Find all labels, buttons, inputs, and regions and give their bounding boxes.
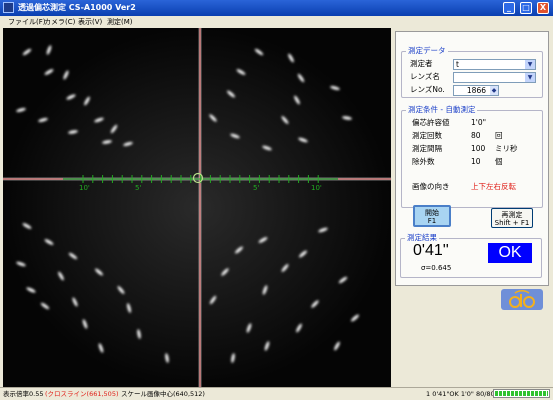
- lens-name-combo[interactable]: ▼: [453, 72, 536, 83]
- camera-view[interactable]: 10' 5' 5' 10': [3, 28, 391, 388]
- close-button[interactable]: X: [537, 2, 549, 14]
- progress-bar: [493, 389, 550, 398]
- status-crossline: (クロスライン(661,505): [45, 390, 119, 398]
- lens-no-spinner[interactable]: 1866 ◆: [453, 85, 499, 96]
- spinner-icon[interactable]: ◆: [490, 86, 498, 95]
- result-sigma: σ=0.645: [421, 264, 452, 272]
- measure-data-heading: 測定データ: [406, 46, 448, 56]
- remeasure-button-key: Shift + F1: [494, 219, 530, 227]
- lens-name-label: レンズ名: [410, 72, 440, 81]
- minimize-button[interactable]: _: [503, 2, 515, 14]
- exclude-unit: 個: [495, 157, 503, 166]
- remeasure-button[interactable]: 再測定 Shift + F1: [491, 208, 533, 228]
- interval-value: 100: [471, 144, 486, 153]
- lens-no-value: 1866: [466, 86, 486, 95]
- orientation-label: 画像の向き: [412, 182, 450, 191]
- main-window: 透過偏芯測定 CS-A1000 Ver2 _ □ X ファイル(F) カメラ(C…: [0, 0, 553, 400]
- maximize-button[interactable]: □: [520, 2, 532, 14]
- exclude-label: 除外数: [412, 157, 435, 166]
- start-button[interactable]: 開始 F1: [413, 205, 451, 227]
- menu-file[interactable]: ファイル(F): [8, 17, 46, 27]
- camera-background: [3, 28, 391, 388]
- start-button-label: 開始: [425, 209, 439, 217]
- company-logo: [501, 289, 543, 310]
- menu-view[interactable]: 表示(V): [78, 17, 102, 27]
- interval-label: 測定間隔: [412, 144, 442, 153]
- logo-icon: [509, 290, 535, 308]
- interval-unit: ミリ秒: [495, 144, 518, 153]
- window-title: 透過偏芯測定 CS-A1000 Ver2: [18, 3, 136, 12]
- title-bar: 透過偏芯測定 CS-A1000 Ver2 _ □ X: [0, 0, 553, 16]
- conditions-heading: 測定条件 - 自動測定: [406, 105, 478, 115]
- progress-fill: [495, 391, 548, 396]
- menu-camera[interactable]: カメラ(C): [44, 17, 75, 27]
- status-zoom: 表示倍率0.55: [3, 390, 44, 398]
- count-label: 測定回数: [412, 131, 442, 140]
- scale-label-left-10: 10': [79, 184, 90, 192]
- scale-label-right-10: 10': [311, 184, 322, 192]
- tolerance-value: 1'0": [471, 118, 487, 127]
- result-value: 0'41'': [413, 242, 449, 259]
- scale-label-left-5: 5': [135, 184, 141, 192]
- chevron-down-icon[interactable]: ▼: [525, 73, 535, 82]
- operator-combo[interactable]: t ▼: [453, 59, 536, 70]
- lens-no-label: レンズNo.: [410, 85, 445, 94]
- ok-indicator: OK: [488, 243, 532, 263]
- menu-measure[interactable]: 測定(M): [107, 17, 133, 27]
- chevron-down-icon[interactable]: ▼: [525, 60, 535, 69]
- status-bar: 表示倍率0.55 (クロスライン(661,505) スケール画像中心(640,5…: [0, 387, 553, 400]
- operator-label: 測定者: [410, 59, 433, 68]
- count-unit: 回: [495, 131, 503, 140]
- orientation-value: 上下左右反転: [471, 182, 516, 191]
- status-scale: スケール画像中心(640,512): [121, 390, 205, 398]
- status-summary: 1 0'41"OK 1'0" 80/80: [426, 390, 495, 398]
- menu-bar: ファイル(F) カメラ(C) 表示(V) 測定(M): [0, 16, 553, 28]
- scale-label-right-5: 5': [253, 184, 259, 192]
- start-button-key: F1: [427, 217, 437, 225]
- exclude-value: 10: [471, 157, 481, 166]
- operator-value: t: [456, 60, 459, 69]
- camera-image: 10' 5' 5' 10': [3, 28, 391, 388]
- app-icon: [3, 2, 14, 13]
- count-value: 80: [471, 131, 481, 140]
- remeasure-button-label: 再測定: [501, 211, 523, 219]
- tolerance-label: 偏芯許容値: [412, 118, 450, 127]
